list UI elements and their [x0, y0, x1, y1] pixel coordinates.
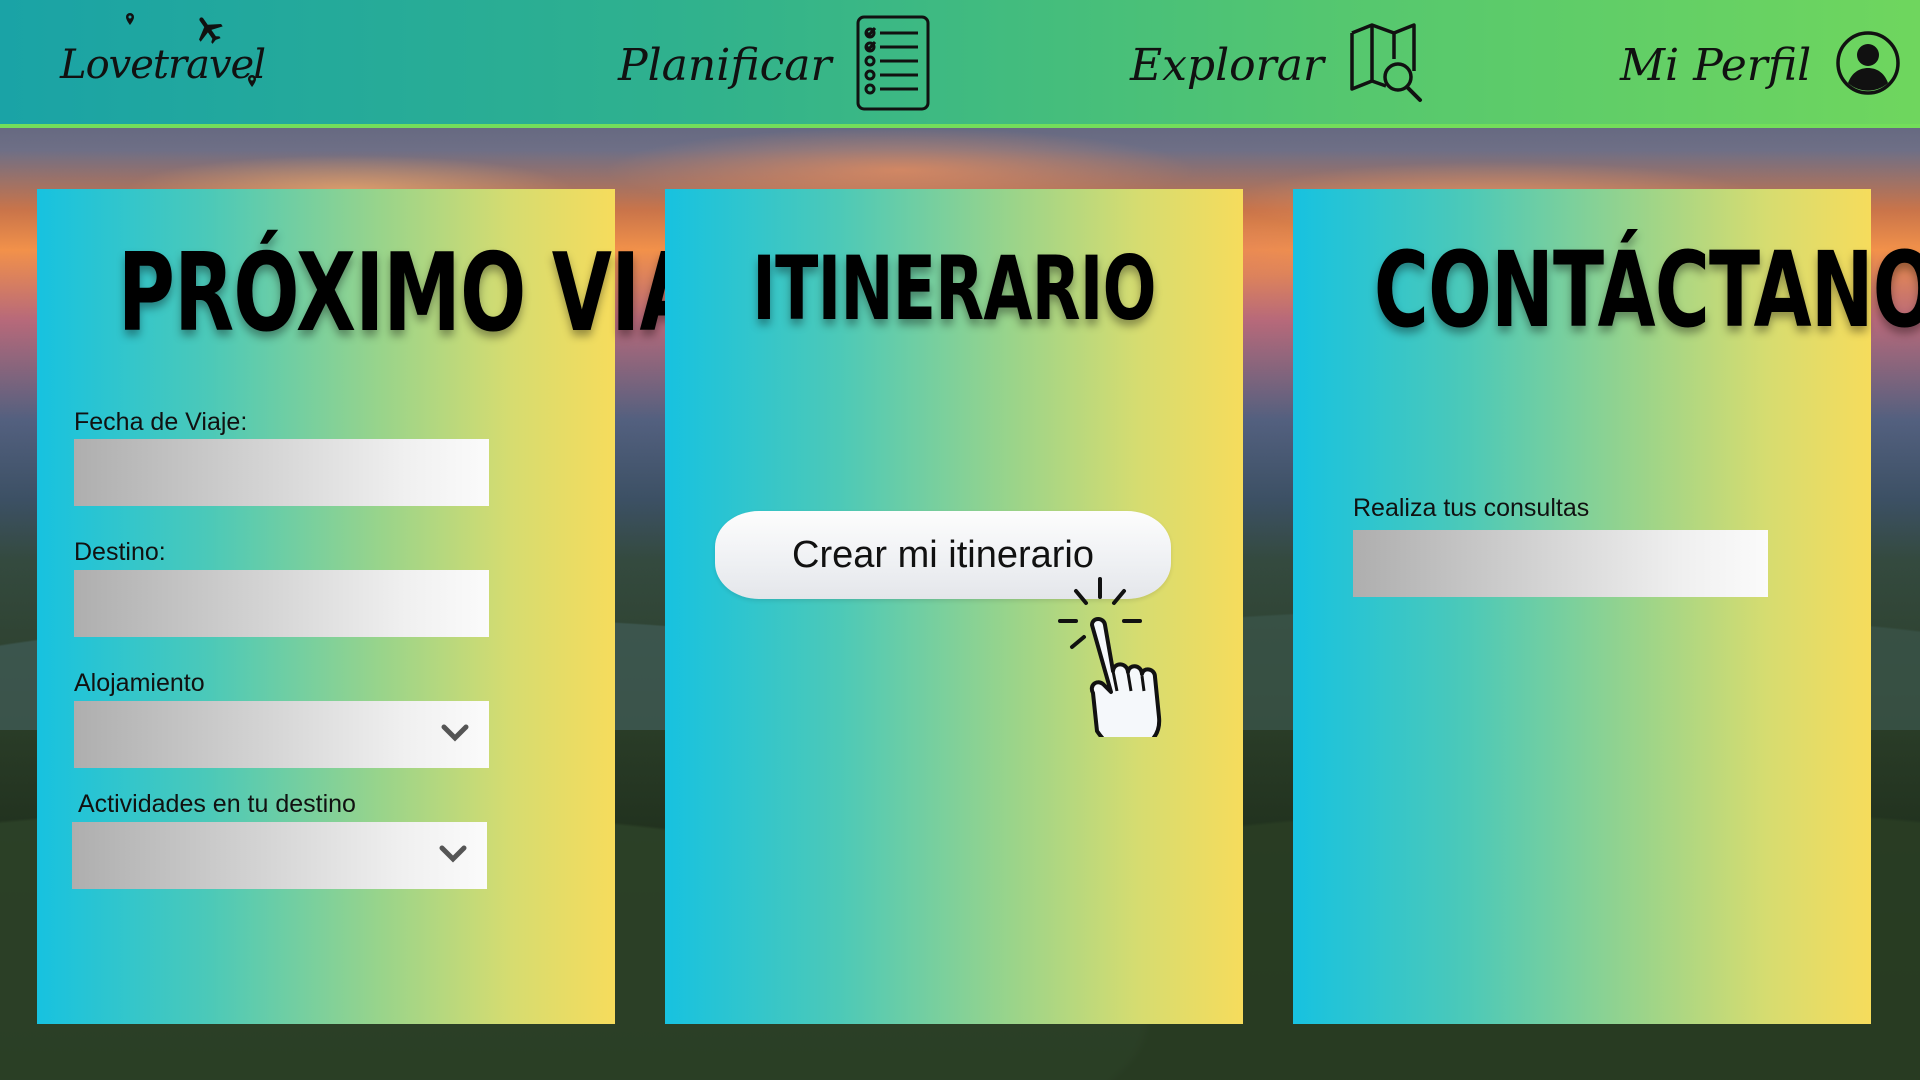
lodging-label: Alojamiento	[74, 669, 205, 697]
travel-date-input[interactable]	[74, 439, 489, 506]
nav-planificar[interactable]: Planificar	[618, 15, 930, 110]
itinerary-title: ITINERARIO	[752, 237, 1156, 340]
query-input[interactable]	[1353, 530, 1768, 597]
activities-label: Actividades en tu destino	[78, 790, 356, 818]
logo[interactable]: Lovetravel	[0, 0, 280, 120]
destination-input[interactable]	[74, 570, 489, 637]
contact-title: CONTÁCTANOS	[1373, 229, 1920, 351]
nav-explorar[interactable]: Explorar	[1130, 20, 1424, 110]
next-trip-panel: PRÓXIMO VIAJE Fecha de Viaje: Destino: A…	[37, 189, 780, 1024]
checklist-icon	[856, 15, 930, 116]
nav-mi-perfil[interactable]: Mi Perfil	[1620, 20, 1901, 110]
nav-mi-perfil-label: Mi Perfil	[1620, 39, 1812, 91]
query-label: Realiza tus consultas	[1353, 494, 1590, 522]
top-navigation-bar: Lovetravel Planificar Explorar Mi Perfil	[0, 0, 1920, 128]
next-trip-title: PRÓXIMO VIAJE	[117, 231, 780, 356]
nav-planificar-label: Planificar	[618, 39, 832, 91]
chevron-down-icon	[439, 844, 467, 870]
travel-date-label: Fecha de Viaje:	[74, 408, 248, 436]
nav-explorar-label: Explorar	[1130, 39, 1324, 91]
hand-pointer-icon	[1058, 577, 1198, 751]
logo-text: Lovetravel	[60, 42, 266, 88]
chevron-down-icon	[441, 723, 469, 749]
map-search-icon	[1348, 22, 1424, 108]
contact-panel: CONTÁCTANOS Realiza tus consultas	[1293, 189, 1920, 1024]
itinerary-panel: ITINERARIO Crear mi itinerario	[665, 189, 1243, 1024]
location-pin-icon	[126, 12, 134, 30]
user-circle-icon	[1835, 30, 1901, 101]
lodging-select[interactable]	[74, 701, 489, 768]
activities-select[interactable]	[72, 822, 487, 889]
destination-label: Destino:	[74, 538, 166, 566]
